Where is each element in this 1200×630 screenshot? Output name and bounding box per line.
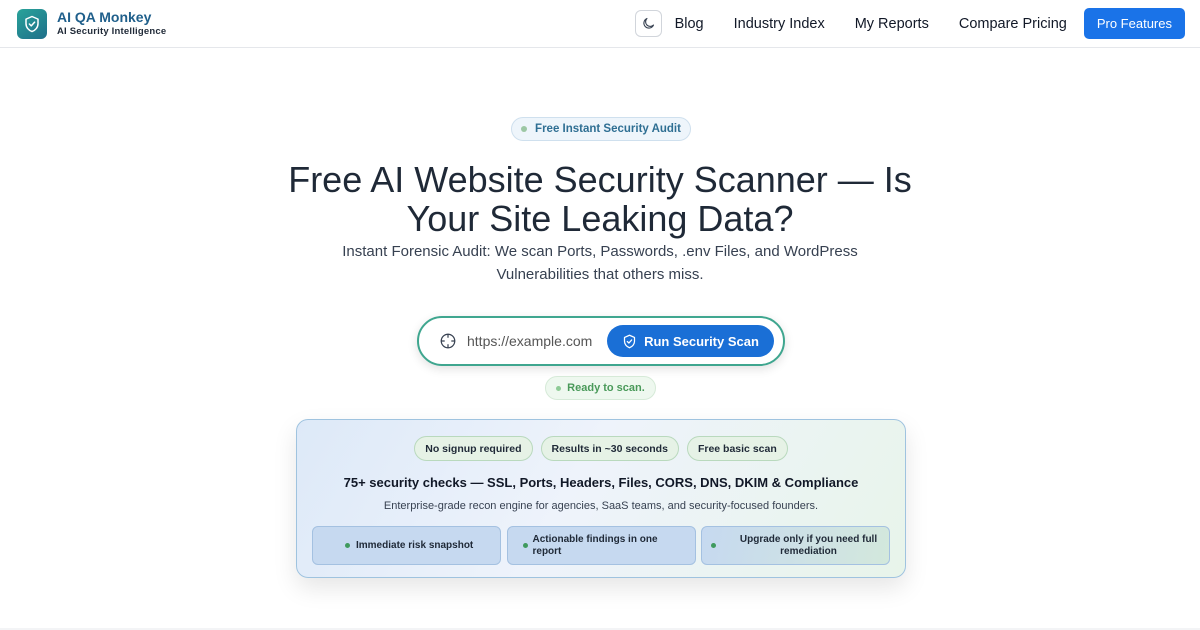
hero-subtitle: Instant Forensic Audit: We scan Ports, P…	[342, 243, 858, 283]
tag-free-scan: Free basic scan	[686, 436, 788, 461]
feature-item: Immediate risk snapshot	[312, 526, 501, 565]
features-card: No signup required Results in ~30 second…	[296, 419, 906, 578]
nav-link-compare-pricing[interactable]: Compare Pricing	[959, 16, 1067, 32]
moon-icon	[642, 17, 654, 29]
feature-label: Actionable findings in one report	[532, 533, 658, 557]
feature-label: Upgrade only if you need full remediatio…	[739, 533, 878, 557]
shield-check-icon	[25, 15, 39, 32]
nav-link-my-reports[interactable]: My Reports	[855, 16, 929, 32]
feature-list: Immediate risk snapshot Actionable findi…	[312, 526, 890, 565]
card-title: 75+ security checks — SSL, Ports, Header…	[343, 475, 859, 490]
run-security-scan-button[interactable]: Run Security Scan	[607, 325, 774, 357]
site-header: AI QA Monkey AI Security Intelligence Bl…	[0, 0, 1200, 48]
main-nav: Blog Industry Index My Reports Compare P…	[634, 8, 1185, 39]
benefit-tags: No signup required Results in ~30 second…	[297, 436, 905, 461]
scan-status-badge: Ready to scan.	[545, 376, 656, 400]
scan-status-text: Ready to scan.	[567, 382, 645, 394]
url-input[interactable]	[467, 329, 595, 353]
scan-form: Run Security Scan	[417, 316, 785, 366]
feature-item: Upgrade only if you need full remediatio…	[701, 526, 890, 565]
crosshair-icon	[440, 333, 456, 349]
hero-title: Free AI Website Security Scanner — Is Yo…	[288, 159, 912, 239]
brand-title: AI QA Monkey	[57, 9, 152, 26]
tag-results-time: Results in ~30 seconds	[540, 436, 679, 461]
badge-dot	[521, 126, 528, 132]
logo[interactable]	[17, 8, 47, 39]
feature-dot	[345, 543, 350, 548]
card-description: Enterprise-grade recon engine for agenci…	[383, 500, 819, 512]
brand[interactable]: AI QA Monkey AI Security Intelligence	[57, 10, 166, 37]
nav-link-industry-index[interactable]: Industry Index	[734, 16, 825, 32]
status-dot	[556, 385, 562, 391]
brand-subtitle: AI Security Intelligence	[57, 26, 167, 38]
free-audit-badge: Free Instant Security Audit	[511, 117, 691, 141]
nav-link-blog[interactable]: Blog	[675, 16, 704, 32]
shield-icon	[623, 334, 636, 348]
badge-label: Free Instant Security Audit	[535, 123, 681, 135]
pro-features-button[interactable]: Pro Features	[1083, 8, 1185, 39]
feature-dot	[711, 543, 716, 548]
theme-toggle-button[interactable]	[634, 10, 662, 37]
feature-dot	[522, 543, 528, 548]
run-scan-label: Run Security Scan	[644, 333, 759, 349]
tag-no-signup: No signup required	[414, 436, 533, 461]
feature-label: Immediate risk snapshot	[356, 539, 474, 551]
feature-item: Actionable findings in one report	[506, 526, 696, 565]
